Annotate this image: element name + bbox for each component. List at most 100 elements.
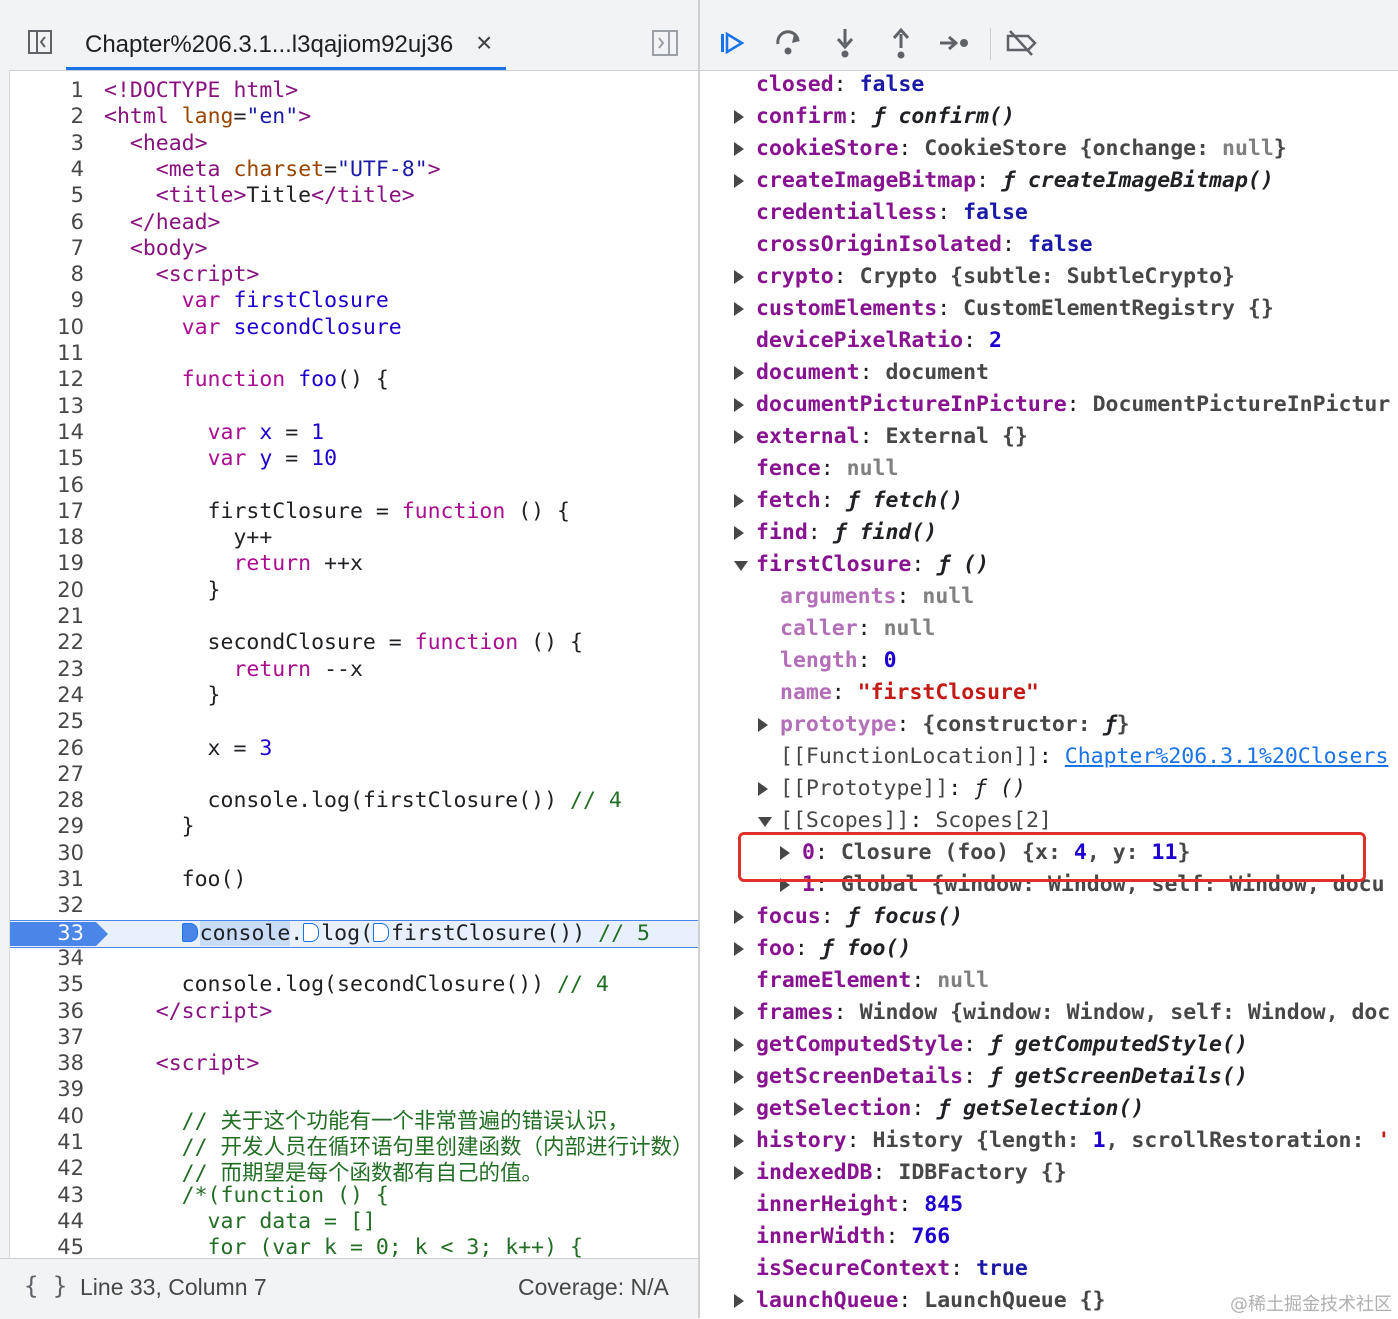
line-number[interactable]: 45: [10, 1235, 84, 1258]
line-number[interactable]: 24: [10, 683, 84, 707]
scope-property-row[interactable]: confirm: ƒ confirm(): [700, 102, 1398, 132]
collapsed-arrow-icon[interactable]: [734, 526, 744, 540]
line-number[interactable]: 22: [10, 630, 84, 654]
scope-property-row[interactable]: firstClosure: ƒ (): [700, 550, 1398, 580]
scope-property-row[interactable]: focus: ƒ focus(): [700, 902, 1398, 932]
code-line[interactable]: 27: [10, 762, 698, 788]
collapsed-arrow-icon[interactable]: [734, 366, 744, 380]
code-line[interactable]: 17 firstClosure = function () {: [10, 499, 698, 525]
scope-property-row[interactable]: prototype: {constructor: ƒ}: [700, 710, 1398, 740]
code-line[interactable]: 30: [10, 841, 698, 867]
scope-property-row[interactable]: frames: Window {window: Window, self: Wi…: [700, 998, 1398, 1028]
code-line[interactable]: 31 foo(): [10, 867, 698, 893]
code-line[interactable]: 12 function foo() {: [10, 367, 698, 393]
scope-property-row[interactable]: documentPictureInPicture: DocumentPictur…: [700, 390, 1398, 420]
line-number[interactable]: 26: [10, 736, 84, 760]
code-line[interactable]: 11: [10, 341, 698, 367]
line-number[interactable]: 44: [10, 1209, 84, 1233]
line-number[interactable]: 17: [10, 499, 84, 523]
scope-property-row[interactable]: external: External {}: [700, 422, 1398, 452]
code-line[interactable]: 25: [10, 709, 698, 735]
line-number[interactable]: 12: [10, 367, 84, 391]
code-line[interactable]: 15 var y = 10: [10, 446, 698, 472]
code-line[interactable]: 28 console.log(firstClosure()) // 4: [10, 788, 698, 814]
line-number[interactable]: 10: [10, 315, 84, 339]
collapsed-arrow-icon[interactable]: [734, 1166, 744, 1180]
code-line[interactable]: 24 }: [10, 683, 698, 709]
scope-property-row[interactable]: crypto: Crypto {subtle: SubtleCrypto}: [700, 262, 1398, 292]
collapsed-arrow-icon[interactable]: [734, 110, 744, 124]
pretty-print-icon[interactable]: { }: [24, 1272, 67, 1300]
expanded-arrow-icon[interactable]: [758, 817, 772, 827]
scope-property-row[interactable]: cookieStore: CookieStore {onchange: null…: [700, 134, 1398, 164]
code-line[interactable]: 22 secondClosure = function () {: [10, 630, 698, 656]
code-line[interactable]: 38 <script>: [10, 1051, 698, 1077]
collapsed-arrow-icon[interactable]: [734, 1070, 744, 1084]
code-line[interactable]: 16: [10, 473, 698, 499]
collapsed-arrow-icon[interactable]: [734, 1134, 744, 1148]
code-line[interactable]: 20 }: [10, 578, 698, 604]
line-number[interactable]: 28: [10, 788, 84, 812]
collapsed-arrow-icon[interactable]: [758, 782, 768, 796]
code-line[interactable]: 44 var data = []: [10, 1209, 698, 1235]
collapsed-arrow-icon[interactable]: [734, 398, 744, 412]
line-number[interactable]: 42: [10, 1156, 84, 1180]
code-line[interactable]: 7 <body>: [10, 236, 698, 262]
code-line[interactable]: 42 // 而期望是每个函数都有自己的值。: [10, 1156, 698, 1186]
code-line[interactable]: 14 var x = 1: [10, 420, 698, 446]
line-number[interactable]: 14: [10, 420, 84, 444]
collapsed-arrow-icon[interactable]: [734, 910, 744, 924]
line-number[interactable]: 29: [10, 814, 84, 838]
line-number[interactable]: 27: [10, 762, 84, 786]
code-line[interactable]: 13: [10, 394, 698, 420]
line-number[interactable]: 40: [10, 1104, 84, 1128]
collapsed-arrow-icon[interactable]: [734, 174, 744, 188]
line-number[interactable]: 23: [10, 657, 84, 681]
collapsed-arrow-icon[interactable]: [734, 494, 744, 508]
line-number[interactable]: 25: [10, 709, 84, 733]
line-number[interactable]: 39: [10, 1077, 84, 1101]
line-number[interactable]: 13: [10, 394, 84, 418]
code-line[interactable]: 40 // 关于这个功能有一个非常普遍的错误认识，: [10, 1104, 698, 1134]
code-line[interactable]: 29 }: [10, 814, 698, 840]
collapsed-arrow-icon[interactable]: [758, 718, 768, 732]
scope-property-row[interactable]: getComputedStyle: ƒ getComputedStyle(): [700, 1030, 1398, 1060]
code-line[interactable]: 8 <script>: [10, 262, 698, 288]
collapsed-arrow-icon[interactable]: [734, 142, 744, 156]
scope-property-row[interactable]: fetch: ƒ fetch(): [700, 486, 1398, 516]
expanded-arrow-icon[interactable]: [734, 561, 748, 571]
line-number[interactable]: 34: [10, 946, 84, 970]
collapsed-arrow-icon[interactable]: [734, 270, 744, 284]
code-line[interactable]: 10 var secondClosure: [10, 315, 698, 341]
line-number[interactable]: 1: [10, 78, 84, 102]
code-line[interactable]: 6 </head>: [10, 210, 698, 236]
navigator-toggle-icon[interactable]: [28, 30, 52, 54]
line-number[interactable]: 35: [10, 972, 84, 996]
code-editor[interactable]: 1 <!DOCTYPE html> 2 <html lang="en"> 3 <head…: [10, 78, 698, 1258]
collapsed-arrow-icon[interactable]: [734, 942, 744, 956]
line-number[interactable]: 2: [10, 104, 84, 128]
code-line[interactable]: 23 return --x: [10, 657, 698, 683]
code-line[interactable]: 43 /*(function () {: [10, 1183, 698, 1209]
scope-property-row[interactable]: indexedDB: IDBFactory {}: [700, 1158, 1398, 1188]
collapsed-arrow-icon[interactable]: [734, 430, 744, 444]
line-number[interactable]: 43: [10, 1183, 84, 1207]
line-number[interactable]: 33: [10, 921, 84, 945]
line-number[interactable]: 37: [10, 1025, 84, 1049]
code-line[interactable]: 26 x = 3: [10, 736, 698, 762]
debugger-pane-toggle-icon[interactable]: [652, 30, 678, 56]
line-number[interactable]: 21: [10, 604, 84, 628]
line-number[interactable]: 18: [10, 525, 84, 549]
line-number[interactable]: 41: [10, 1130, 84, 1154]
collapsed-arrow-icon[interactable]: [734, 1038, 744, 1052]
code-line[interactable]: 41 // 开发人员在循环语句里创建函数（内部进行计数）: [10, 1130, 698, 1160]
close-tab-icon[interactable]: ×: [476, 27, 492, 59]
scope-property-row[interactable]: find: ƒ find(): [700, 518, 1398, 548]
line-number[interactable]: 9: [10, 288, 84, 312]
current-execution-line[interactable]: 33 console. log(firstClosure()) // 5: [10, 919, 698, 948]
line-number[interactable]: 30: [10, 841, 84, 865]
line-number[interactable]: 32: [10, 893, 84, 917]
line-number[interactable]: 7: [10, 236, 84, 260]
code-line[interactable]: 18 y++: [10, 525, 698, 551]
code-line[interactable]: 39: [10, 1077, 698, 1103]
